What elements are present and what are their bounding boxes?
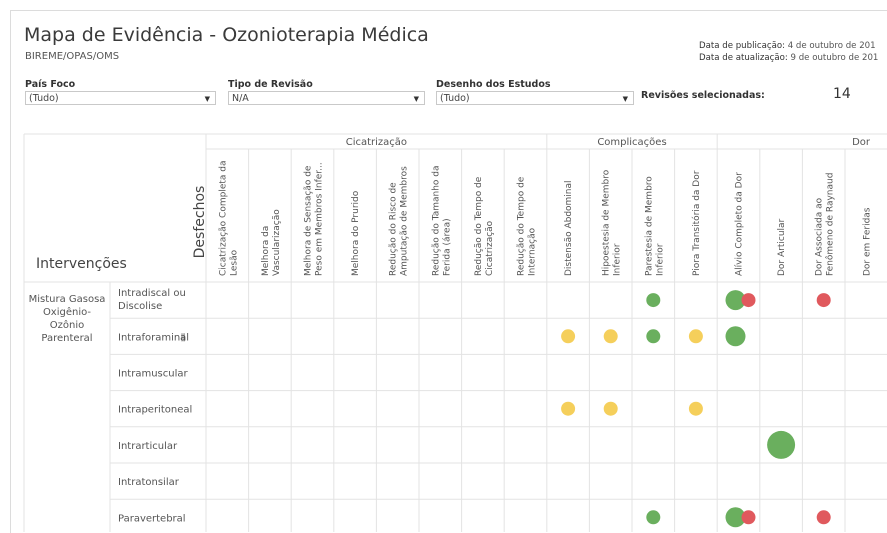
evidence-bubble[interactable] — [561, 401, 576, 416]
evidence-bubble[interactable] — [646, 510, 661, 525]
column-header: Redução do Tempo de — [474, 176, 484, 276]
viz-options-icon[interactable]: ⫼ — [181, 332, 185, 343]
evidence-bubble[interactable] — [816, 293, 831, 308]
row-label: Paravertebral — [118, 513, 186, 524]
column-header: Amputação de Membros — [400, 166, 410, 276]
column-header: Melhora da — [261, 226, 271, 276]
group-header-0: Cicatrização — [346, 137, 407, 148]
column-header: Alívio Completo da Dor — [735, 172, 745, 276]
evidence-bubble[interactable] — [603, 401, 618, 416]
evidence-bubble[interactable] — [767, 430, 796, 459]
column-header: Inferior — [655, 243, 665, 276]
evidence-bubble[interactable] — [688, 329, 703, 344]
evidence-bubble[interactable] — [561, 329, 576, 344]
row-label: Intrarticular — [118, 441, 178, 452]
evidence-bubble[interactable] — [725, 326, 746, 347]
intervention-group-label: Mistura Gasosa — [29, 294, 106, 305]
column-header: Ferida (área) — [442, 218, 452, 276]
evidence-matrix: Cicatrização Complicações Dor Cicatrização … — [23, 133, 887, 532]
row-label: Intramuscular — [118, 369, 188, 380]
intervention-group-label: Ozônio — [50, 319, 84, 331]
column-header: Fenômeno de Raynaud — [825, 173, 836, 276]
intervention-group-label: Parenteral — [41, 333, 92, 344]
column-header: Melhora do Prurido — [351, 190, 361, 276]
column-header: Dor Articular — [777, 218, 787, 276]
column-header: Cicatrização — [485, 220, 495, 276]
column-header: Redução do Tamanho da — [431, 165, 441, 276]
column-header: Piora Transitória da Dor — [691, 170, 702, 276]
column-header: Distensão Abdominal — [564, 180, 574, 276]
group-header-2: Dor — [852, 137, 871, 148]
row-label: Intradiscal ou — [118, 288, 186, 299]
column-header: Dor em Feridas — [862, 207, 872, 276]
evidence-bubble[interactable] — [603, 329, 618, 344]
evidence-bubble[interactable] — [741, 510, 756, 525]
evidence-bubble[interactable] — [646, 293, 661, 308]
row-label: Intratonsilar — [118, 477, 180, 488]
column-header: Internação — [528, 227, 538, 276]
evidence-bubble[interactable] — [816, 510, 831, 525]
column-header: Inferior — [613, 243, 623, 276]
evidence-bubble[interactable] — [646, 329, 661, 344]
column-header: Parestesia de Membro — [644, 176, 654, 276]
row-label: Discolise — [118, 301, 162, 312]
row-label: Intraforaminal — [118, 332, 189, 343]
interventions-axis-label: Intervenções — [36, 256, 127, 272]
outcomes-axis-label: Desfechos — [192, 186, 208, 259]
column-header: Lesão — [229, 249, 239, 276]
column-header: Redução do Risco de — [389, 182, 399, 276]
column-header: Peso em Membros Infer... — [315, 162, 325, 276]
intervention-group-label: Oxigênio- — [43, 306, 91, 318]
column-header: Dor Associada ao — [815, 197, 825, 276]
row-label: Intraperitoneal — [118, 405, 192, 416]
column-header: Vascularização — [272, 209, 282, 276]
column-header: Hipoestesia de Membro — [602, 169, 612, 276]
evidence-bubble[interactable] — [688, 401, 703, 416]
column-header: Cicatrização Completa da — [218, 161, 228, 276]
evidence-bubble[interactable] — [741, 293, 756, 308]
column-header: Redução do Tempo de — [517, 176, 527, 276]
group-header-1: Complicações — [597, 137, 666, 148]
column-header: Melhora de Sensação de — [304, 165, 314, 276]
